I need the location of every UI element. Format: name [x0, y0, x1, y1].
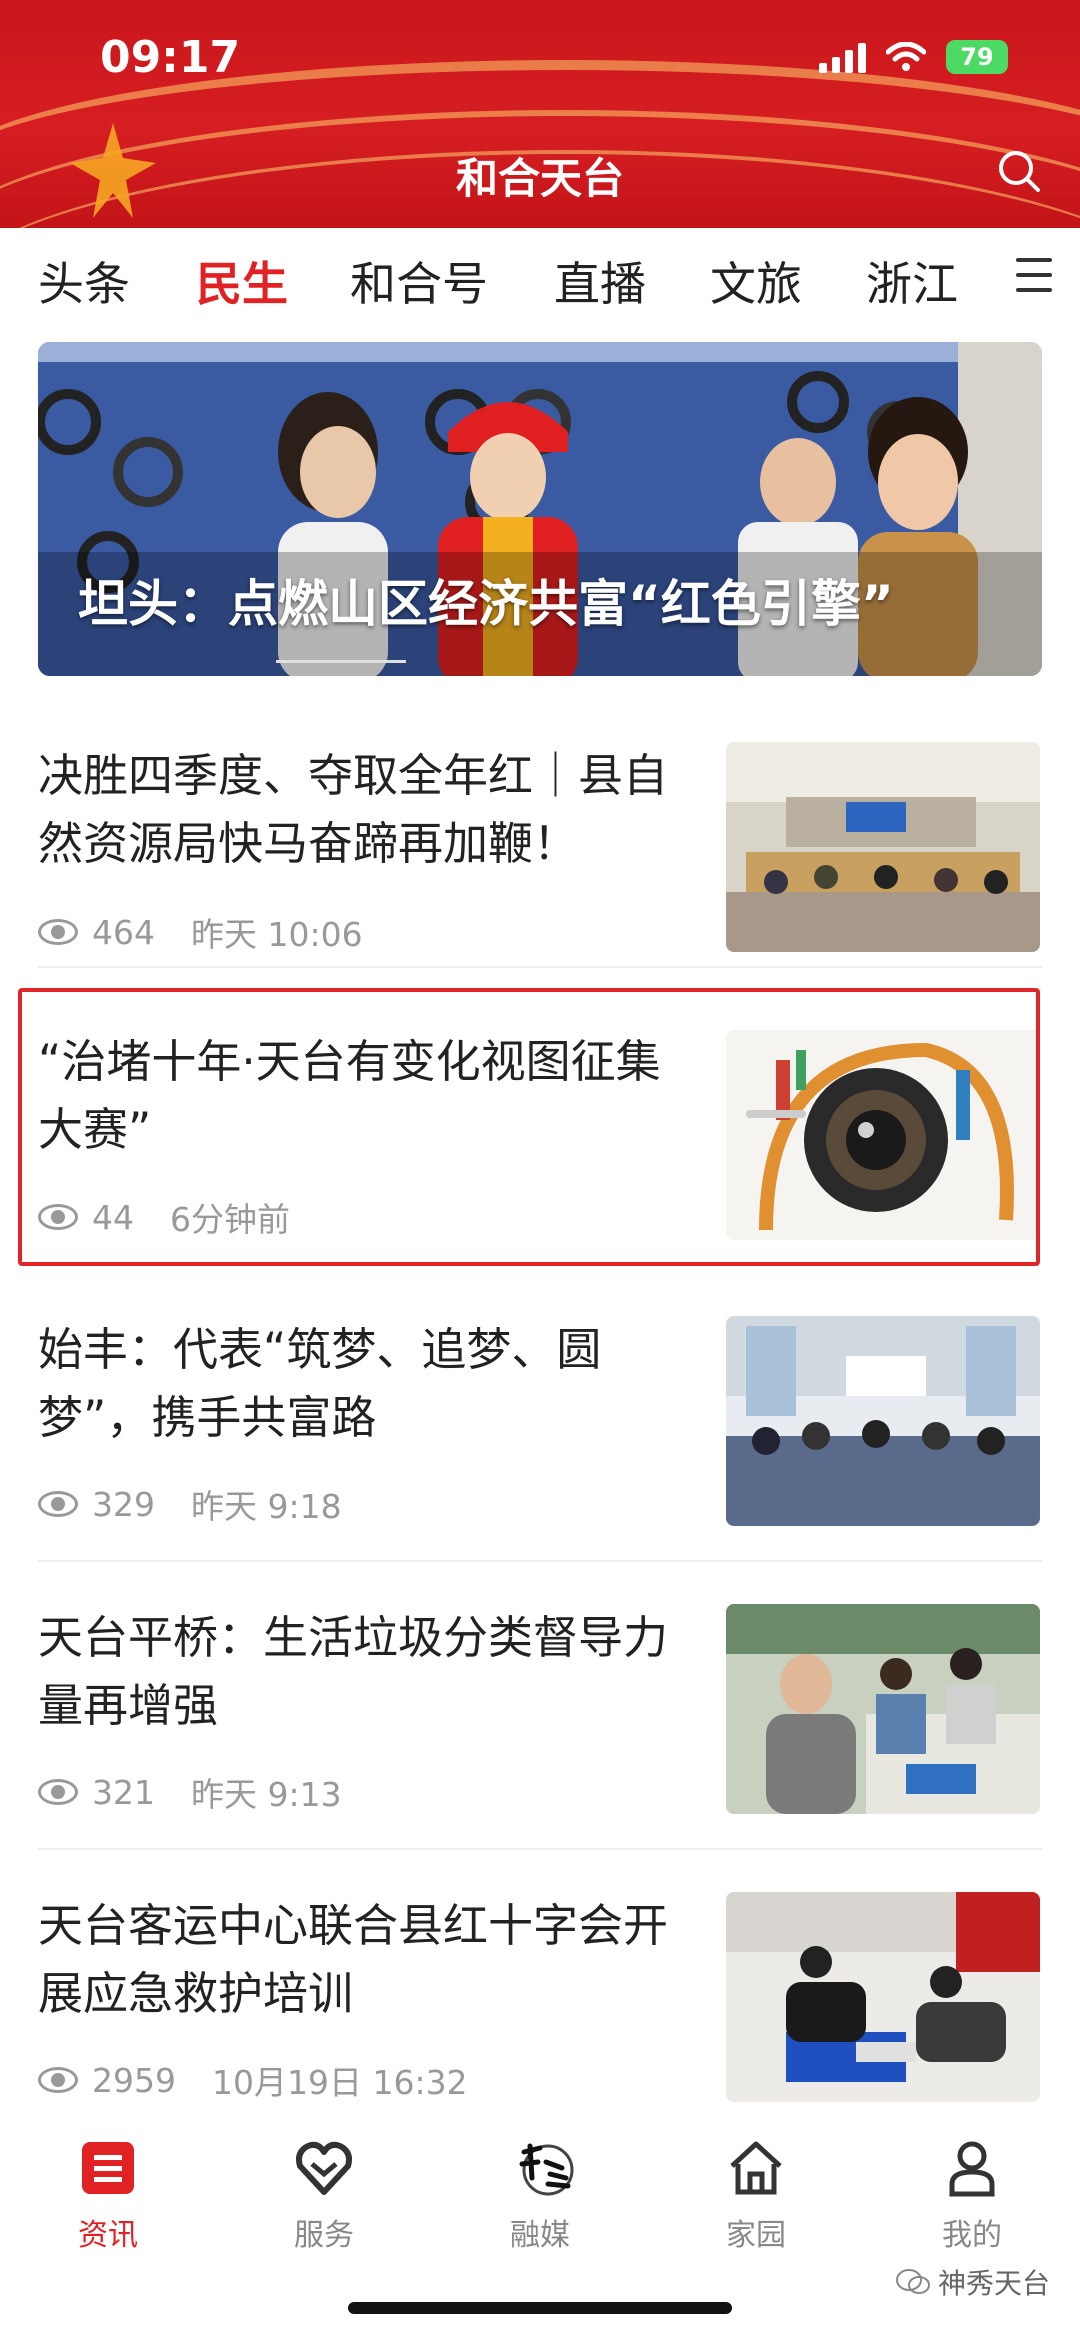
nav-home[interactable]: 家园 [666, 2138, 846, 2254]
nav-news[interactable]: 资讯 [18, 2138, 198, 2254]
signal-icon [819, 41, 866, 73]
hero-title: 坦头：点燃山区经济共富“红色引擎” [78, 575, 894, 633]
nav-me[interactable]: 我的 [882, 2138, 1062, 2254]
services-icon [294, 2138, 354, 2198]
publish-time: 昨天 9:18 [191, 1487, 342, 1526]
hero-banner[interactable]: 坦头：点燃山区经济共富“红色引擎” [38, 342, 1042, 676]
view-count: 329 [92, 1484, 155, 1524]
nav-media[interactable]: 融媒 [450, 2138, 630, 2254]
publish-time: 昨天 9:13 [191, 1775, 342, 1814]
news-meta: 464 昨天 10:06 [38, 908, 363, 956]
news-thumbnail [726, 1316, 1040, 1526]
watermark-text: 神秀天台 [937, 2267, 1050, 2300]
view-count: 2959 [92, 2060, 176, 2100]
tab-culture-travel[interactable]: 文旅 [710, 248, 802, 314]
menu-icon[interactable] [1016, 258, 1052, 292]
highlight-frame [18, 988, 1040, 1266]
news-title: 天台平桥：生活垃圾分类督导力量再增强 [38, 1611, 669, 1732]
news-title: 决胜四季度、夺取全年红｜县自然资源局快马奋蹄再加鞭！ [38, 749, 669, 870]
news-title: 始丰：代表“筑梦、追梦、圆梦”，携手共富路 [38, 1323, 602, 1444]
eye-icon [38, 1779, 78, 1805]
nav-services[interactable]: 服务 [234, 2138, 414, 2254]
home-icon [726, 2138, 786, 2198]
user-icon [942, 2138, 1002, 2198]
search-icon[interactable] [996, 148, 1042, 194]
tab-zhejiang[interactable]: 浙江 [866, 248, 958, 314]
news-icon [78, 2138, 138, 2198]
nav-label: 融媒 [510, 2218, 570, 2253]
app-title: 和合天台 [455, 154, 624, 203]
tab-headlines[interactable]: 头条 [38, 248, 130, 314]
view-count: 464 [92, 912, 155, 952]
eye-icon [38, 2067, 78, 2093]
news-meta: 321 昨天 9:13 [38, 1768, 342, 1816]
news-thumbnail [726, 742, 1040, 952]
publish-time: 10月19日 16:32 [211, 2063, 468, 2102]
nav-label: 服务 [294, 2218, 354, 2253]
eye-icon [38, 919, 78, 945]
divider [38, 966, 1042, 968]
news-thumbnail [726, 1604, 1040, 1814]
news-thumbnail [726, 1892, 1040, 2102]
tab-hehe-hao[interactable]: 和合号 [350, 248, 488, 314]
nav-label: 资讯 [78, 2218, 138, 2253]
nav-label: 家园 [726, 2218, 786, 2253]
media-logo-icon [510, 2138, 574, 2198]
publish-time: 昨天 10:06 [191, 915, 363, 954]
news-title: 天台客运中心联合县红十字会开展应急救护培训 [38, 1899, 669, 2020]
status-time: 09:17 [100, 32, 241, 83]
divider [38, 1848, 1042, 1850]
tab-livelihood[interactable]: 民生 [196, 248, 288, 314]
news-meta: 329 昨天 9:18 [38, 1480, 342, 1528]
view-count: 321 [92, 1772, 155, 1812]
carousel-indicator [276, 660, 406, 663]
home-indicator[interactable] [348, 2302, 732, 2314]
wechat-icon [895, 2269, 930, 2294]
news-meta: 2959 10月19日 16:32 [38, 2056, 468, 2104]
app-header: 09:17 79 和合天台 [0, 0, 1080, 228]
eye-icon [38, 1491, 78, 1517]
tab-live[interactable]: 直播 [554, 248, 646, 314]
nav-label: 我的 [942, 2218, 1002, 2253]
divider [38, 1560, 1042, 1562]
channel-tabs: 头条 民生 和合号 直播 文旅 浙江 [0, 228, 1080, 340]
watermark: 神秀天台 [895, 2262, 1050, 2302]
battery-icon: 79 [946, 40, 1008, 74]
status-icons: 79 [819, 40, 1008, 74]
wifi-icon [886, 42, 926, 71]
